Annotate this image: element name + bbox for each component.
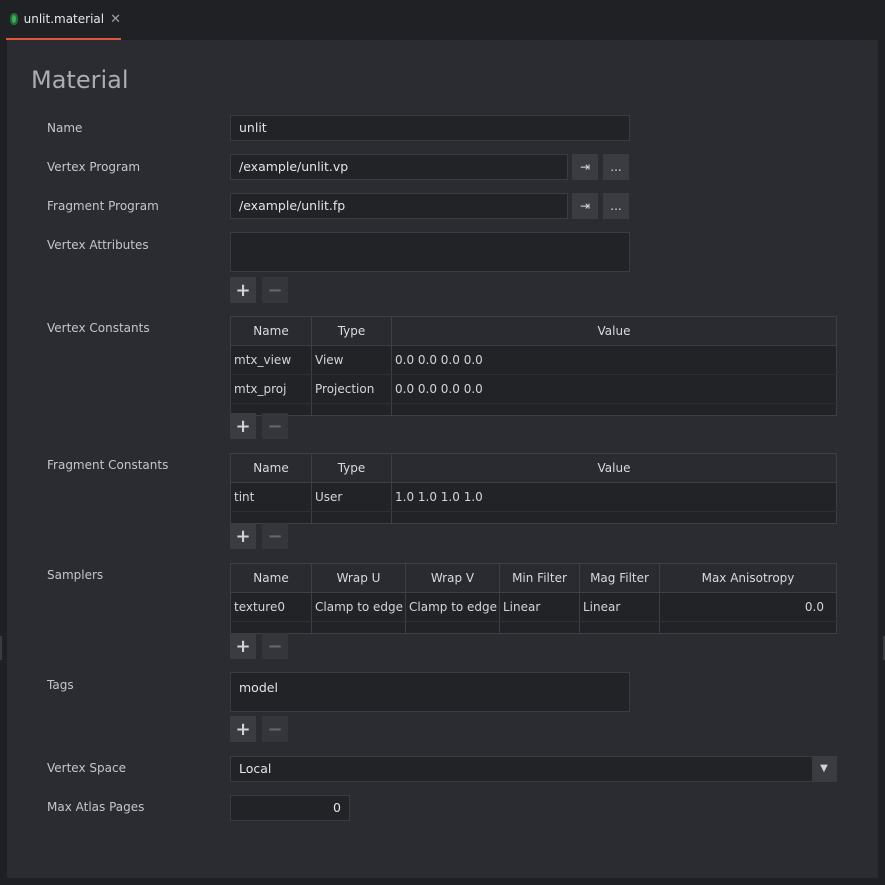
editor-window: unlit.material ✕ Material Name unlit Ver… [0, 0, 885, 885]
cell-mag-filter[interactable]: Linear [579, 592, 660, 622]
tab-title: unlit.material [23, 12, 105, 26]
material-icon [10, 13, 18, 25]
fragment-constants-remove-button[interactable]: − [262, 523, 288, 549]
vertex-constants-label: Vertex Constants [47, 321, 150, 335]
tags-remove-button[interactable]: − [262, 716, 288, 742]
column-header-name[interactable]: Name [230, 316, 312, 346]
vertex-attributes-list[interactable] [230, 232, 630, 272]
max-atlas-pages-field[interactable]: 0 [230, 795, 350, 821]
fragment-constants-label: Fragment Constants [47, 458, 169, 472]
vertex-space-label: Vertex Space [47, 761, 126, 775]
table-row[interactable]: mtx_view View 0.0 0.0 0.0 0.0 [230, 345, 837, 375]
column-header-type[interactable]: Type [311, 316, 392, 346]
cell-type[interactable]: Projection [311, 374, 392, 404]
cell-name[interactable]: mtx_view [230, 345, 312, 375]
max-atlas-pages-label: Max Atlas Pages [47, 800, 145, 814]
cell-wrap-v[interactable]: Clamp to edge [405, 592, 500, 622]
table-filler-row [230, 511, 837, 524]
cell-value[interactable]: 0.0 0.0 0.0 0.0 [391, 374, 837, 404]
vertex-program-label: Vertex Program [47, 160, 141, 174]
cell-wrap-u[interactable]: Clamp to edge [311, 592, 406, 622]
tag-item[interactable]: model [239, 680, 278, 695]
table-row[interactable]: tint User 1.0 1.0 1.0 1.0 [230, 482, 837, 512]
cell-min-filter[interactable]: Linear [499, 592, 580, 622]
cell-type[interactable]: User [311, 482, 392, 512]
cell-value[interactable]: 0.0 0.0 0.0 0.0 [391, 345, 837, 375]
vertex-attributes-remove-button[interactable]: − [262, 277, 288, 303]
vertex-program-goto-button[interactable]: ⇥ [572, 154, 598, 180]
column-header-mag-filter[interactable]: Mag Filter [579, 563, 660, 593]
vertex-program-browse-button[interactable]: ... [603, 154, 629, 180]
tags-add-button[interactable]: + [230, 716, 256, 742]
name-field[interactable]: unlit [230, 115, 630, 141]
tab-unlit-material[interactable]: unlit.material ✕ [6, 0, 121, 40]
name-label: Name [47, 121, 83, 135]
column-header-type[interactable]: Type [311, 453, 392, 483]
cell-name[interactable]: texture0 [230, 592, 312, 622]
ellipsis-icon: ... [610, 199, 622, 213]
column-header-name[interactable]: Name [230, 453, 312, 483]
fragment-program-goto-button[interactable]: ⇥ [572, 193, 598, 219]
table-row[interactable]: texture0 Clamp to edge Clamp to edge Lin… [230, 592, 837, 622]
column-header-value[interactable]: Value [391, 316, 837, 346]
cell-value[interactable]: 1.0 1.0 1.0 1.0 [391, 482, 837, 512]
samplers-add-button[interactable]: + [230, 633, 256, 659]
left-resize-handle[interactable] [0, 636, 2, 660]
tags-list[interactable]: model [230, 672, 630, 712]
fragment-program-browse-button[interactable]: ... [603, 193, 629, 219]
cell-name[interactable]: tint [230, 482, 312, 512]
fragment-program-label: Fragment Program [47, 199, 159, 213]
vertex-constants-add-button[interactable]: + [230, 413, 256, 439]
column-header-min-filter[interactable]: Min Filter [499, 563, 580, 593]
close-icon[interactable]: ✕ [110, 12, 121, 27]
fragment-constants-table: Name Type Value tint User 1.0 1.0 1.0 1.… [230, 453, 837, 524]
column-header-value[interactable]: Value [391, 453, 837, 483]
vertex-attributes-label: Vertex Attributes [47, 238, 149, 252]
column-header-name[interactable]: Name [230, 563, 312, 593]
fragment-program-field[interactable]: /example/unlit.fp [230, 193, 568, 219]
column-header-wrap-v[interactable]: Wrap V [405, 563, 500, 593]
cell-type[interactable]: View [311, 345, 392, 375]
tab-bar: unlit.material ✕ [0, 0, 885, 40]
column-header-max-anisotropy[interactable]: Max Anisotropy [659, 563, 837, 593]
table-filler-row [230, 403, 837, 416]
chevron-down-icon[interactable]: ▼ [812, 757, 836, 781]
samplers-remove-button[interactable]: − [262, 633, 288, 659]
vertex-attributes-add-button[interactable]: + [230, 277, 256, 303]
vertex-space-select[interactable]: Local ▼ [230, 756, 837, 782]
tags-label: Tags [47, 678, 74, 692]
fragment-constants-add-button[interactable]: + [230, 523, 256, 549]
samplers-label: Samplers [47, 568, 104, 582]
vertex-space-value: Local [239, 761, 272, 776]
goto-icon: ⇥ [579, 199, 591, 213]
column-header-wrap-u[interactable]: Wrap U [311, 563, 406, 593]
table-row[interactable]: mtx_proj Projection 0.0 0.0 0.0 0.0 [230, 374, 837, 404]
cell-name[interactable]: mtx_proj [230, 374, 312, 404]
page-title: Material [31, 66, 129, 94]
goto-icon: ⇥ [579, 160, 591, 174]
samplers-table: Name Wrap U Wrap V Min Filter Mag Filter… [230, 563, 837, 634]
table-filler-row [230, 621, 837, 634]
cell-max-anisotropy[interactable]: 0.0 [659, 592, 837, 622]
vertex-program-field[interactable]: /example/unlit.vp [230, 154, 568, 180]
vertex-constants-table: Name Type Value mtx_view View 0.0 0.0 0.… [230, 316, 837, 416]
vertex-constants-remove-button[interactable]: − [262, 413, 288, 439]
ellipsis-icon: ... [610, 160, 622, 174]
